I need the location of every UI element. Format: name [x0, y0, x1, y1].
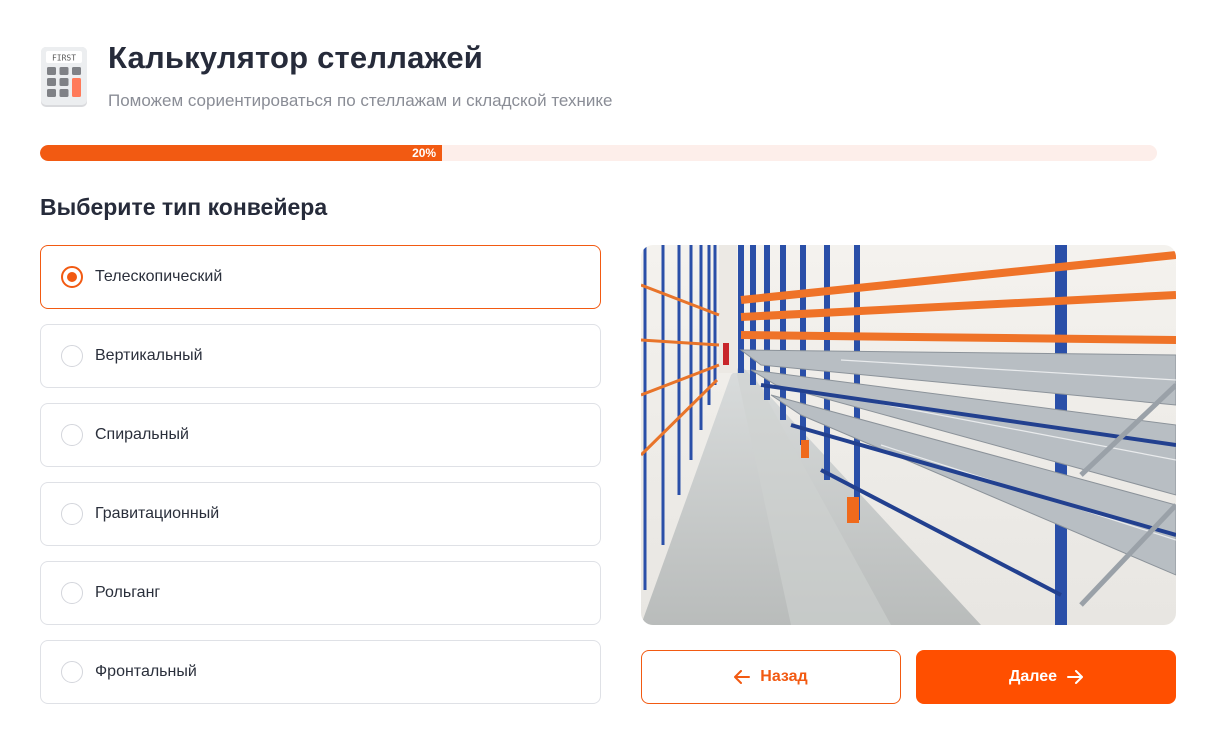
progress-fill: 20% [40, 145, 443, 161]
radio-button[interactable] [61, 345, 83, 367]
option-frontal[interactable]: Фронтальный [40, 640, 601, 704]
calculator-icon: FIRST [40, 45, 88, 109]
radio-button[interactable] [61, 266, 83, 288]
radio-button[interactable] [61, 424, 83, 446]
radio-button[interactable] [61, 661, 83, 683]
warehouse-rack-photo [641, 245, 1176, 625]
option-gravity[interactable]: Гравитационный [40, 482, 601, 546]
next-button[interactable]: Далее [916, 650, 1176, 704]
back-button[interactable]: Назад [641, 650, 901, 704]
page-title: Калькулятор стеллажей [108, 40, 484, 75]
option-label: Вертикальный [95, 347, 203, 364]
page-subtitle: Поможем сориентироваться по стеллажам и … [108, 91, 613, 110]
arrow-right-icon [1057, 670, 1084, 684]
option-label: Телескопический [95, 268, 223, 285]
radio-button[interactable] [61, 503, 83, 525]
option-roller[interactable]: Рольганг [40, 561, 601, 625]
back-button-label: Назад [760, 668, 808, 685]
arrow-left-icon [734, 670, 760, 684]
conveyor-type-options: Телескопический Вертикальный Спиральный … [40, 245, 601, 719]
option-label: Спиральный [95, 426, 189, 443]
option-label: Фронтальный [95, 663, 197, 680]
calculator-screen-text: FIRST [52, 54, 76, 63]
option-telescopic[interactable]: Телескопический [40, 245, 601, 309]
option-spiral[interactable]: Спиральный [40, 403, 601, 467]
option-label: Гравитационный [95, 505, 220, 522]
progress-bar: 20% [40, 145, 1157, 161]
question-heading: Выберите тип конвейера [40, 194, 328, 220]
next-button-label: Далее [1008, 668, 1058, 685]
radio-button[interactable] [61, 582, 83, 604]
progress-label: 20% [412, 146, 437, 160]
option-label: Рольганг [95, 584, 161, 601]
option-vertical[interactable]: Вертикальный [40, 324, 601, 388]
